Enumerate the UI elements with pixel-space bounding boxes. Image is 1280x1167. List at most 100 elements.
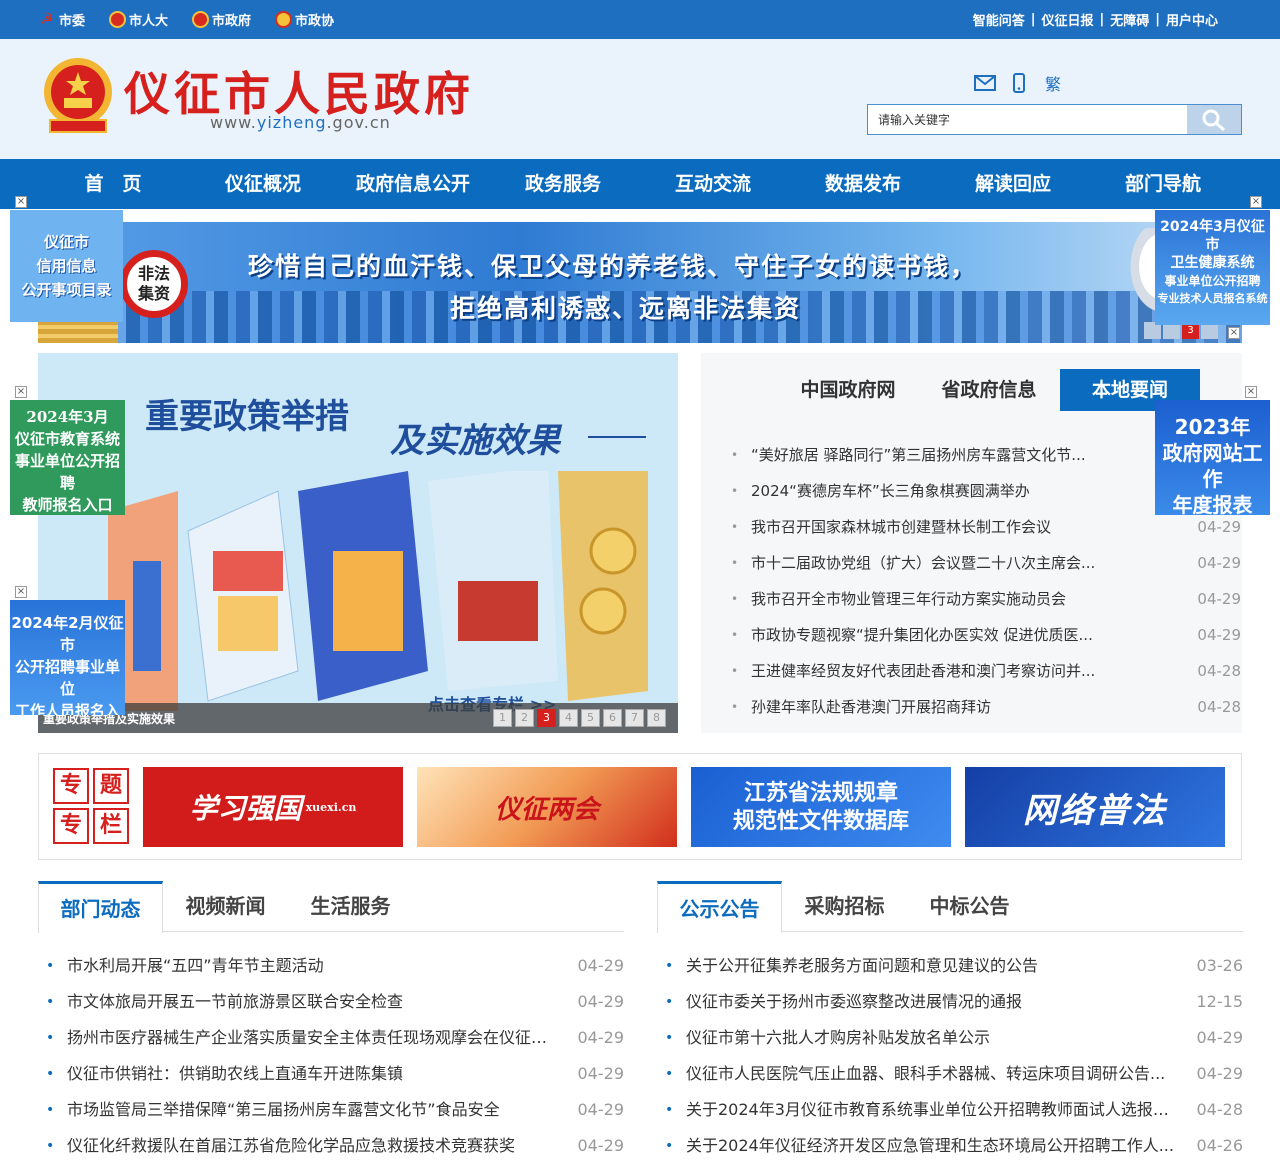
top-link-npc[interactable]: 市人大 [109,10,168,29]
bullet: • [665,1066,674,1082]
list-item[interactable]: • 关于2024年仪征经济开发区应急管理和生态环境局公开招聘工作人... 04-26 [665,1128,1243,1164]
nav-gov-services[interactable]: 政务服务 [488,159,638,209]
bullet: • [665,994,674,1010]
bullet: • [665,1030,674,1046]
feature-page[interactable]: 2 [515,709,534,727]
top-link-government[interactable]: 市政府 [192,10,251,29]
list-item[interactable]: • 扬州市医疗器械生产企业落实质量安全主体责任现场观摩会在仪征召... 04-29 [46,1020,624,1056]
xuexi-qiangguo-banner[interactable]: 学习强国 xuexi.cn [143,767,403,847]
department-news-list: • 市水利局开展“五四”青年节主题活动 04-29 • 市文体旅局开展五一节前旅游景区… [46,948,624,1164]
bullet: • [665,958,674,974]
tab-province-info[interactable]: 省政府信息 [919,369,1059,411]
accessibility-link[interactable]: 无障碍 [1110,10,1149,29]
list-item[interactable]: • 市十二届政协党组（扩大）会议暨二十八次主席会... 04-29 [731,545,1241,581]
tab-award-notice[interactable]: 中标公告 [907,881,1032,932]
close-icon[interactable]: × [15,196,27,208]
feature-slideshow[interactable]: 重要政策举措 及实施效果 点击查看专栏 >> 重要政策举措及实施效果 1 2 3… [38,353,678,733]
notice-panel: 公示公告 采购招标 中标公告 • 关于公开征集养老服务方面问题和意见建议的公告 03… [657,881,1243,1167]
list-item[interactable]: • 我市召开全市物业管理三年行动方案实施动员会 04-29 [731,581,1241,617]
list-item[interactable]: • 仪征市委关于扬州市委巡察整改进展情况的通报 12-15 [665,984,1243,1020]
close-icon[interactable]: × [1250,196,1262,208]
user-center-link[interactable]: 用户中心 [1166,10,1218,29]
bullet: • [46,1030,55,1046]
list-item[interactable]: • 市场监管局三举措保障“第三届扬州房车露营文化节”食品安全 04-29 [46,1092,624,1128]
bullet: • [665,1102,674,1118]
emblem-icon [109,11,127,28]
tab-china-gov[interactable]: 中国政府网 [778,369,918,411]
tab-department-news[interactable]: 部门动态 [38,881,163,933]
list-item[interactable]: • 王进健率经贸友好代表团赴香港和澳门考察访问并... 04-28 [731,653,1241,689]
float-education-recruit[interactable]: 2024年3月 仪征市教育系统 事业单位公开招聘 教师报名入口 [10,400,125,515]
department-tabs: 部门动态 视频新闻 生活服务 [38,881,624,933]
yizheng-daily-link[interactable]: 仪征日报 [1041,10,1093,29]
cppcc-emblem-icon [275,11,293,28]
bullet: • [731,484,739,498]
list-item[interactable]: • 仪征化纤救援队在首届江苏省危险化学品应急救援技术竞赛获奖 04-29 [46,1128,624,1164]
bullet: • [731,556,739,570]
search-box [867,104,1242,135]
feature-page-active[interactable]: 3 [537,709,556,727]
list-item[interactable]: • 仪征市人民医院气压止血器、眼科手术器械、转运床项目调研公告... 04-29 [665,1056,1243,1092]
online-law-education-banner[interactable]: 网络普法 [965,767,1225,847]
list-item[interactable]: • 仪征市供销社：供销助农线上直通车开进陈集镇 04-29 [46,1056,624,1092]
close-icon[interactable]: × [1228,327,1240,339]
float-credit-info[interactable]: 仪征市 信用信息 公开事项目录 [10,210,123,322]
department-news-panel: 部门动态 视频新闻 生活服务 • 市水利局开展“五四”青年节主题活动 04-29 •… [38,881,624,1167]
top-bar: ☭ 市委 市人大 市政府 市政协 智能问答 | 仪征日报 | 无障碍 | 用户中心 [0,0,1280,39]
list-item[interactable]: • 仪征市第十六批人才购房补贴发放名单公示 04-29 [665,1020,1243,1056]
feature-page[interactable]: 6 [603,709,622,727]
notice-tabs: 公示公告 采购招标 中标公告 [657,881,1243,933]
header-tools: 繁 [973,73,1065,94]
list-item[interactable]: • 孙建年率队赴香港澳门开展招商拜访 04-28 [731,689,1241,725]
nav-interaction[interactable]: 互动交流 [638,159,788,209]
top-link-cppcc[interactable]: 市政协 [275,10,334,29]
float-annual-report[interactable]: 2023年 政府网站工作 年度报表 [1155,400,1270,515]
list-item[interactable]: • 关于公开征集养老服务方面问题和意见建议的公告 03-26 [665,948,1243,984]
tab-video-news[interactable]: 视频新闻 [163,881,288,932]
feature-page[interactable]: 5 [581,709,600,727]
special-topics: 专 题 专 栏 学习强国 xuexi.cn 仪征两会 江苏省法规规章 规范性文件数据… [38,753,1242,860]
search-button[interactable] [1187,105,1241,134]
bullet: • [731,448,739,462]
mail-icon[interactable] [973,73,997,93]
float-health-recruit[interactable]: 2024年3月仪征市 卫生健康系统 事业单位公开招聘 专业技术人员报名系统 [1155,210,1270,325]
feature-page[interactable]: 7 [625,709,644,727]
list-item[interactable]: • 市政协专题视察“提升集团化办医实效 促进优质医... 04-29 [731,617,1241,653]
list-item[interactable]: • 关于2024年3月仪征市教育系统事业单位公开招聘教师面试人选报考... 04-2… [665,1092,1243,1128]
separator: | [1155,12,1160,27]
nav-data-release[interactable]: 数据发布 [788,159,938,209]
search-icon [1202,109,1225,131]
anti-illegal-fundraising-banner[interactable]: 非法 集资 珍惜自己的血汗钱、保卫父母的养老钱、守住子女的读书钱， 拒绝高利诱惑… [38,222,1242,343]
tab-procurement[interactable]: 采购招标 [782,881,907,932]
feature-page[interactable]: 4 [559,709,578,727]
list-item[interactable]: • 市文体旅局开展五一节前旅游景区联合安全检查 04-29 [46,984,624,1020]
nav-interpretation[interactable]: 解读回应 [938,159,1088,209]
bullet: • [46,994,55,1010]
nav-overview[interactable]: 仪征概况 [188,159,338,209]
bullet: • [46,1066,55,1082]
tab-life-services[interactable]: 生活服务 [288,881,413,932]
close-icon[interactable]: × [1245,386,1257,398]
nav-home[interactable]: 首 页 [38,159,188,209]
search-input[interactable] [868,105,1186,134]
traditional-chinese-toggle[interactable]: 繁 [1041,73,1065,94]
feature-title-1: 重要政策举措 [145,397,349,437]
nav-info-disclosure[interactable]: 政府信息公开 [338,159,488,209]
nav-department[interactable]: 部门导航 [1088,159,1238,209]
bullet: • [731,664,739,678]
mobile-icon[interactable] [1007,73,1031,93]
close-icon[interactable]: × [15,386,27,398]
feature-page[interactable]: 1 [493,709,512,727]
feature-page[interactable]: 8 [647,709,666,727]
close-icon[interactable]: × [15,586,27,598]
banner-line-1: 珍惜自己的血汗钱、保卫父母的养老钱、守住子女的读书钱， [248,252,978,281]
smart-qa-link[interactable]: 智能问答 [973,10,1025,29]
tab-public-notice[interactable]: 公示公告 [657,881,782,933]
two-sessions-banner[interactable]: 仪征两会 [417,767,677,847]
regulations-database-banner[interactable]: 江苏省法规规章 规范性文件数据库 [691,767,951,847]
special-topics-label: 专 题 专 栏 [53,768,129,844]
float-feb-recruit[interactable]: 2024年2月仪征市 公开招聘事业单位 工作人员报名入口 [10,600,125,715]
list-item[interactable]: • 市水利局开展“五四”青年节主题活动 04-29 [46,948,624,984]
feature-caption-bar: 重要政策举措及实施效果 1 2 3 4 5 6 7 8 [38,703,678,733]
top-link-party[interactable]: ☭ 市委 [38,10,85,30]
